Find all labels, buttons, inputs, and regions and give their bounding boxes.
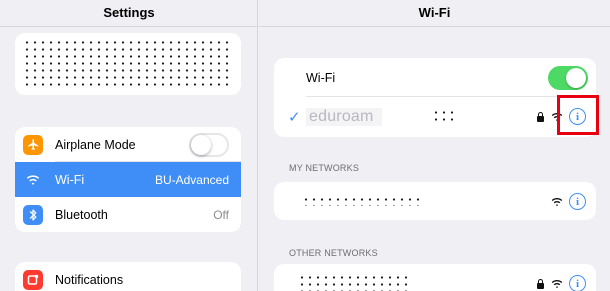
my-network-row[interactable]: i [274, 182, 596, 220]
sidebar-item-bluetooth[interactable]: Bluetooth Off [15, 197, 241, 232]
sidebar-item-airplane-mode[interactable]: Airplane Mode [15, 127, 241, 162]
notifications-group: Notifications [15, 262, 241, 291]
sidebar-item-label: Notifications [55, 272, 124, 287]
wifi-signal-icon [551, 197, 563, 206]
wifi-main-card: Wi-Fi ✓ eduroam i [274, 58, 596, 137]
connected-network-row[interactable]: ✓ eduroam i [274, 97, 596, 136]
wifi-toggle-row: Wi-Fi [274, 58, 596, 97]
other-networks-card: i [274, 264, 596, 291]
redacted-text [432, 109, 458, 125]
sidebar-title: Settings [103, 5, 155, 20]
wifi-toggle-label: Wi-Fi [306, 70, 336, 85]
page-title: Wi-Fi [418, 5, 451, 20]
highlight-annotation-box [557, 95, 599, 135]
notifications-icon [23, 269, 43, 290]
wifi-icon [23, 169, 43, 190]
wifi-toggle[interactable] [548, 65, 588, 90]
wifi-signal-icon [551, 279, 563, 288]
info-icon[interactable]: i [569, 275, 586, 291]
lock-icon [536, 278, 545, 289]
sidebar-item-label: Bluetooth [55, 207, 108, 222]
other-network-row[interactable]: i [274, 264, 596, 291]
sidebar-item-value: Off [213, 207, 229, 222]
sidebar-item-value: BU-Advanced [154, 172, 229, 187]
sidebar-item-notifications[interactable]: Notifications [15, 262, 241, 291]
airplane-icon [23, 134, 43, 155]
connected-network-name: eduroam [306, 107, 382, 126]
redacted-profile-info [23, 39, 229, 89]
bluetooth-icon [23, 204, 43, 225]
lock-icon [536, 111, 545, 122]
sidebar-item-label: Wi-Fi [55, 172, 85, 187]
airplane-mode-toggle[interactable] [189, 132, 229, 157]
settings-sidebar: Settings Airplane Mode Wi-Fi BU-Advanced… [0, 0, 258, 291]
redacted-network-name [298, 274, 410, 291]
info-icon[interactable]: i [569, 193, 586, 210]
my-networks-header: MY NETWORKS [289, 163, 360, 173]
sidebar-item-wifi[interactable]: Wi-Fi BU-Advanced [15, 162, 241, 197]
sidebar-item-label: Airplane Mode [55, 137, 136, 152]
profile-card[interactable] [15, 33, 241, 95]
sidebar-header-divider [0, 26, 257, 27]
connectivity-group: Airplane Mode Wi-Fi BU-Advanced Bluetoot… [15, 127, 241, 232]
other-networks-header: OTHER NETWORKS [289, 248, 378, 258]
detail-header-divider [259, 26, 610, 27]
wifi-detail-pane: Wi-Fi Wi-Fi ✓ eduroam i MY NETWORKS i OT… [259, 0, 610, 291]
redacted-network-name [302, 196, 422, 206]
my-networks-card: i [274, 182, 596, 220]
checkmark-icon: ✓ [288, 108, 301, 126]
